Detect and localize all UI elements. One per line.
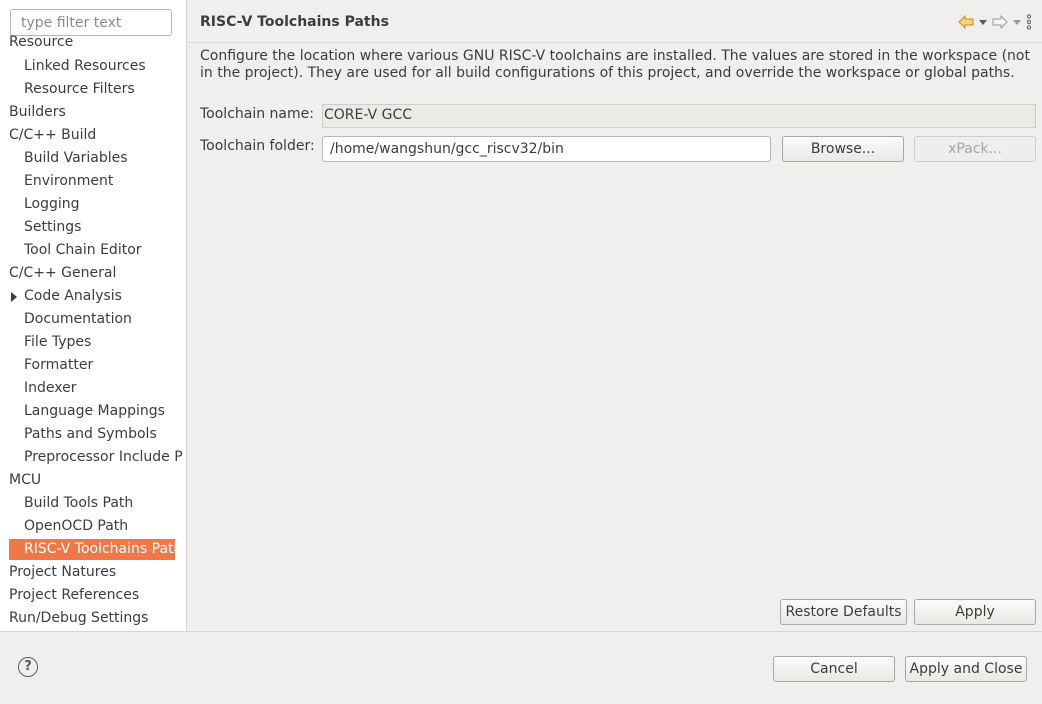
tree-item-label: MCU <box>9 472 42 488</box>
page-description: Configure the location where various GNU… <box>200 48 1030 81</box>
toolchain-name-field: CORE-V GCC <box>322 104 1036 128</box>
view-menu-icon[interactable] <box>1026 14 1032 30</box>
tree-item-label: Language Mappings <box>24 403 165 419</box>
tree-item-label: Linked Resources <box>24 58 146 74</box>
tree-item-label: Run/Debug Settings <box>9 610 149 626</box>
tree-item[interactable]: Linked Resources <box>24 56 186 77</box>
tree-item[interactable]: Documentation <box>24 309 186 330</box>
back-arrow-icon[interactable] <box>958 15 974 29</box>
toolchain-folder-input[interactable]: /home/wangshun/gcc_riscv32/bin <box>322 136 771 162</box>
tree-item-label: Logging <box>24 196 80 212</box>
apply-and-close-button[interactable]: Apply and Close <box>905 656 1027 682</box>
tree-item[interactable]: Resource Filters <box>24 79 186 100</box>
expand-arrow-icon[interactable] <box>11 292 17 302</box>
tree-item-label: Paths and Symbols <box>24 426 157 442</box>
tree-item[interactable]: RISC-V Toolchains Paths <box>9 539 175 560</box>
tree-item[interactable]: Resource <box>9 32 186 53</box>
tree-item-label: Documentation <box>24 311 132 327</box>
tree-item-label: Code Analysis <box>24 288 122 304</box>
tree-item-label: Preprocessor Include P <box>24 449 183 465</box>
tree-item-label: File Types <box>24 334 92 350</box>
toolchain-name-value: CORE-V GCC <box>324 107 413 123</box>
tree-item-label: Environment <box>24 173 114 189</box>
forward-arrow-icon[interactable] <box>992 15 1008 29</box>
forward-menu-chevron-down-icon[interactable] <box>1012 18 1022 26</box>
browse-button[interactable]: Browse... <box>782 136 904 162</box>
tree-item[interactable]: Formatter <box>24 355 186 376</box>
tree-item[interactable]: Logging <box>24 194 186 215</box>
page-title: RISC-V Toolchains Paths <box>200 14 389 30</box>
page-nav <box>958 13 1032 31</box>
tree-item-label: Build Variables <box>24 150 128 166</box>
tree-item[interactable]: Code Analysis <box>11 286 186 307</box>
tree-item[interactable]: OpenOCD Path <box>24 516 186 537</box>
tree-item-label: Builders <box>9 104 66 120</box>
apply-button[interactable]: Apply <box>914 599 1036 625</box>
cancel-button[interactable]: Cancel <box>773 656 895 682</box>
tree-item[interactable]: Build Tools Path <box>24 493 186 514</box>
tree-item[interactable]: Settings <box>24 217 186 238</box>
tree-item[interactable]: Builders <box>9 102 186 123</box>
tree-item[interactable]: Paths and Symbols <box>24 424 186 445</box>
back-menu-chevron-down-icon[interactable] <box>978 18 988 26</box>
tree-item-label: C/C++ Build <box>9 127 97 143</box>
tree-item-label: OpenOCD Path <box>24 518 129 534</box>
tree-item[interactable]: Environment <box>24 171 186 192</box>
tree-item-label: Project Natures <box>9 564 117 580</box>
preferences-sidebar: Resource Linked Resources Resource Filters… <box>0 0 187 631</box>
tree-item[interactable]: Project References <box>9 585 186 606</box>
tree-item-label: Formatter <box>24 357 94 373</box>
tree-item-label: RISC-V Toolchains Paths <box>24 541 175 557</box>
tree-item-label: Indexer <box>24 380 77 396</box>
tree-item-label: Project References <box>9 587 140 603</box>
tree-item[interactable]: File Types <box>24 332 186 353</box>
tree-item[interactable]: Build Variables <box>24 148 186 169</box>
tree-item[interactable]: Indexer <box>24 378 186 399</box>
help-icon[interactable]: ? <box>18 657 38 677</box>
tree-item-label: Resource Filters <box>24 81 135 97</box>
restore-defaults-button[interactable]: Restore Defaults <box>780 599 907 625</box>
tree-item[interactable]: Project Natures <box>9 562 186 583</box>
page-header: RISC-V Toolchains Paths <box>187 0 1042 43</box>
tree-item[interactable]: Tool Chain Editor <box>24 240 186 261</box>
tree-item-label: Tool Chain Editor <box>24 242 142 258</box>
tree-item[interactable]: C/C++ General <box>9 263 186 284</box>
toolchain-folder-label: Toolchain folder: <box>200 138 315 154</box>
tree-item[interactable]: C/C++ Build <box>9 125 186 146</box>
tree-item[interactable]: Preprocessor Include P <box>24 447 186 468</box>
tree-item[interactable]: Language Mappings <box>24 401 186 422</box>
property-page: RISC-V Toolchains Paths Configure the lo… <box>187 0 1042 631</box>
tree-item[interactable]: Run/Debug Settings <box>9 608 186 629</box>
tree-item-label: C/C++ General <box>9 265 117 281</box>
toolchain-name-label: Toolchain name: <box>200 106 314 122</box>
tree-item-label: Settings <box>24 219 82 235</box>
tree-item[interactable]: MCU <box>9 470 186 491</box>
tree-item-label: Resource <box>9 34 74 50</box>
xpack-button[interactable]: xPack... <box>914 136 1036 162</box>
tree-item-label: Build Tools Path <box>24 495 134 511</box>
